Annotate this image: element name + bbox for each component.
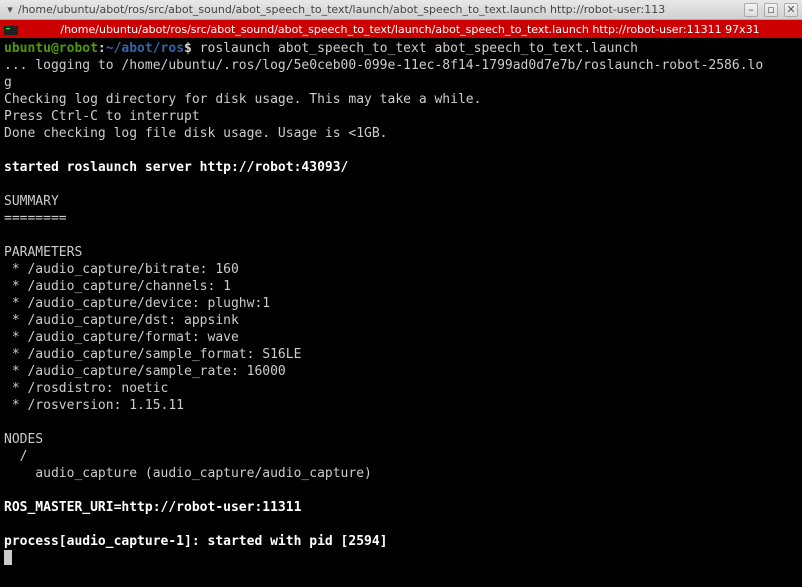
output-line: * /audio_capture/bitrate: 160 <box>4 262 239 277</box>
window-titlebar[interactable]: ▾ /home/ubuntu/abot/ros/src/abot_sound/a… <box>0 0 802 20</box>
dropdown-icon[interactable]: ▾ <box>4 3 16 16</box>
maximize-button[interactable]: ▫ <box>764 3 778 17</box>
output-line: PARAMETERS <box>4 245 82 260</box>
output-line: * /audio_capture/sample_rate: 16000 <box>4 364 286 379</box>
output-line: g <box>4 75 12 90</box>
tab-bar: /home/ubuntu/abot/ros/src/abot_sound/abo… <box>0 20 802 38</box>
prompt-dollar: $ <box>184 41 192 56</box>
output-line: NODES <box>4 432 43 447</box>
output-line: Done checking log file disk usage. Usage… <box>4 126 388 141</box>
output-line: audio_capture (audio_capture/audio_captu… <box>4 466 372 481</box>
prompt-command: roslaunch abot_speech_to_text abot_speec… <box>192 41 638 56</box>
output-line: * /audio_capture/device: plughw:1 <box>4 296 270 311</box>
output-line: / <box>4 449 27 464</box>
minimize-button[interactable]: – <box>744 3 758 17</box>
output-line: * /rosversion: 1.15.11 <box>4 398 184 413</box>
terminal-content[interactable]: ubuntu@robot:~/abot/ros$ roslaunch abot_… <box>0 38 802 587</box>
output-line: * /audio_capture/format: wave <box>4 330 239 345</box>
output-line: SUMMARY <box>4 194 59 209</box>
output-line: * /audio_capture/sample_format: S16LE <box>4 347 301 362</box>
output-line: Checking log directory for disk usage. T… <box>4 92 481 107</box>
output-line: ======== <box>4 211 67 226</box>
prompt-colon: : <box>98 41 106 56</box>
cursor <box>4 550 12 565</box>
output-line: ... logging to /home/ubuntu/.ros/log/5e0… <box>4 58 763 73</box>
terminal-icon <box>2 21 20 37</box>
output-line: * /audio_capture/channels: 1 <box>4 279 231 294</box>
output-line: * /audio_capture/dst: appsink <box>4 313 239 328</box>
output-line: * /rosdistro: noetic <box>4 381 168 396</box>
window-controls: – ▫ ✕ <box>744 3 798 17</box>
terminal-window: ▾ /home/ubuntu/abot/ros/src/abot_sound/a… <box>0 0 802 587</box>
output-line: ROS_MASTER_URI=http://robot-user:11311 <box>4 500 301 515</box>
prompt-path: ~/abot/ros <box>106 41 184 56</box>
prompt-user-host: ubuntu@robot <box>4 41 98 56</box>
close-button[interactable]: ✕ <box>784 3 798 17</box>
output-line: Press Ctrl-C to interrupt <box>4 109 200 124</box>
tab-title[interactable]: /home/ubuntu/abot/ros/src/abot_sound/abo… <box>20 23 800 36</box>
window-title: /home/ubuntu/abot/ros/src/abot_sound/abo… <box>18 3 738 16</box>
output-line: started roslaunch server http://robot:43… <box>4 160 348 175</box>
output-line: process[audio_capture-1]: started with p… <box>4 534 388 549</box>
